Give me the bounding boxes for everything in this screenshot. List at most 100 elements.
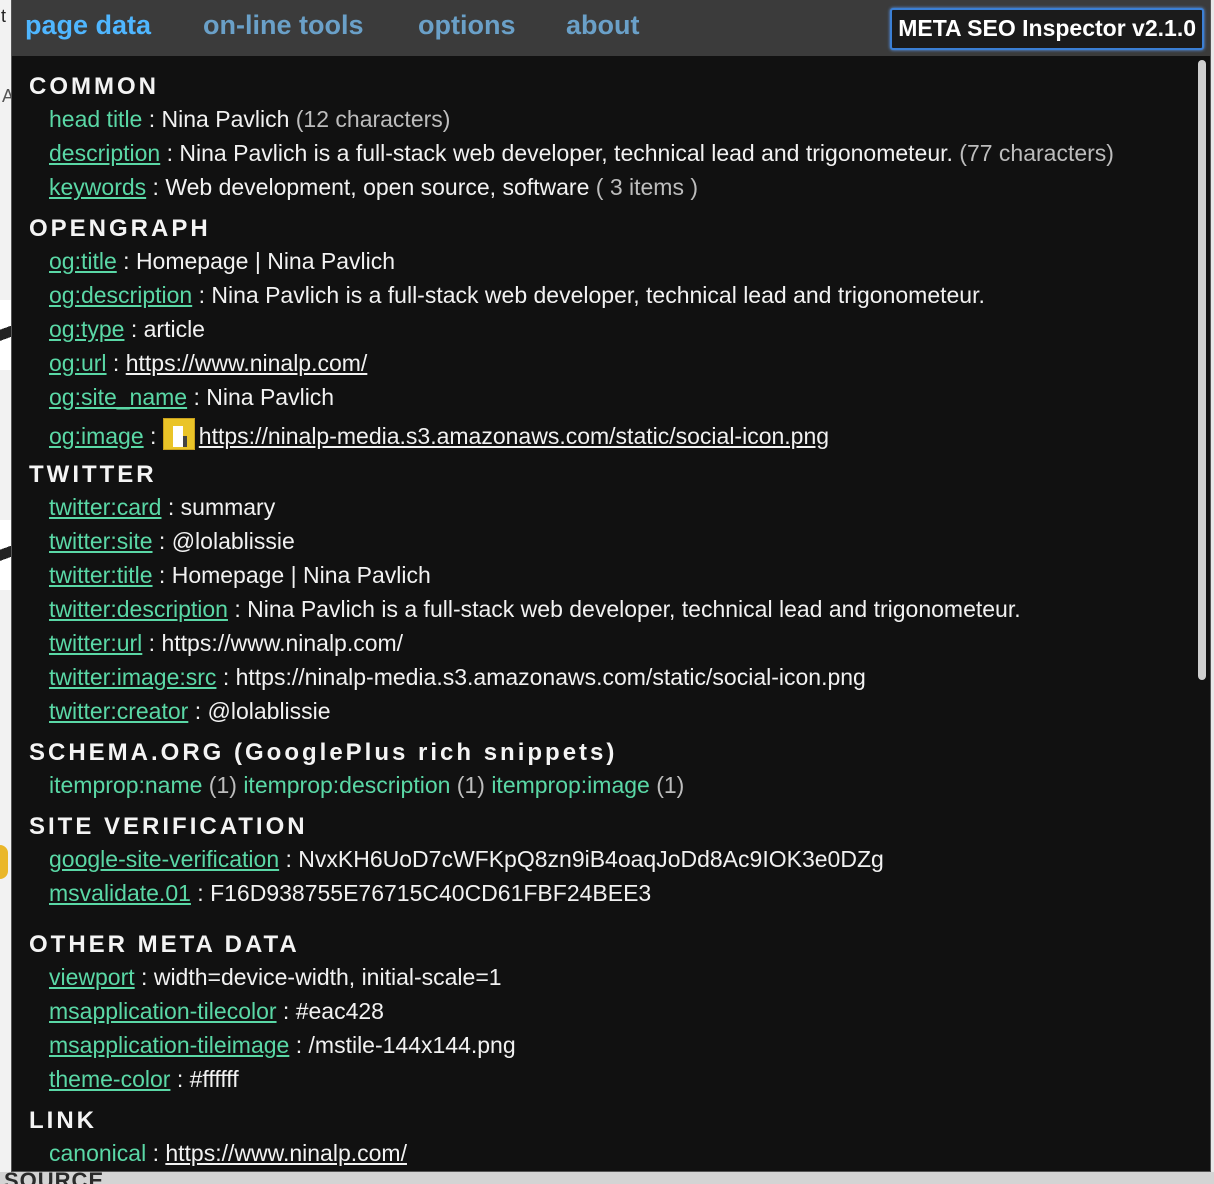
separator: : xyxy=(190,880,211,906)
meta-key-link[interactable]: twitter:image:src xyxy=(49,664,216,690)
meta-row-keywords: keywords : Web development, open source,… xyxy=(49,174,698,201)
separator: : xyxy=(146,174,166,200)
meta-value: width=device-width, initial-scale=1 xyxy=(153,964,502,990)
meta-key-link[interactable]: twitter:title xyxy=(49,562,153,588)
meta-key-link[interactable]: twitter:site xyxy=(49,528,153,554)
itemprop-count: (1) xyxy=(202,772,244,798)
separator: : xyxy=(276,998,296,1024)
meta-value: https://www.ninalp.com/ xyxy=(161,630,404,656)
itemprop-key[interactable]: itemprop:name xyxy=(49,772,202,798)
meta-row-twitter-url: twitter:url : https://www.ninalp.com/ xyxy=(49,630,403,657)
meta-key-link[interactable]: og:url xyxy=(49,350,107,376)
item-count: ( 3 items ) xyxy=(589,174,698,200)
meta-value: summary xyxy=(180,494,276,520)
meta-key-link[interactable]: msvalidate.01 xyxy=(49,880,191,906)
meta-key-link[interactable]: twitter:card xyxy=(49,494,161,520)
meta-row-head-title: head title : Nina Pavlich (12 characters… xyxy=(49,106,450,133)
meta-row-twitter-description: twitter:description : Nina Pavlich is a … xyxy=(49,596,1021,623)
link-row-canonical: canonical : https://www.ninalp.com/ xyxy=(49,1140,407,1167)
section-heading-other-meta: OTHER META DATA xyxy=(29,931,300,958)
meta-row-viewport: viewport : width=device-width, initial-s… xyxy=(49,964,502,991)
version-badge[interactable]: META SEO Inspector v2.1.0 xyxy=(890,8,1204,50)
meta-row-twitter-title: twitter:title : Homepage | Nina Pavlich xyxy=(49,562,431,589)
section-heading-site-verification: SITE VERIFICATION xyxy=(29,813,308,840)
meta-key-link[interactable]: description xyxy=(49,140,160,166)
meta-key-link[interactable]: twitter:creator xyxy=(49,698,188,724)
background-text: SOURCE xyxy=(4,1172,104,1184)
separator: : xyxy=(289,1032,309,1058)
meta-row-description: description : Nina Pavlich is a full-sta… xyxy=(49,140,1114,167)
link-key: canonical xyxy=(49,1140,147,1166)
itemprop-count: (1) xyxy=(450,772,492,798)
page-data-panel: COMMON head title : Nina Pavlich (12 cha… xyxy=(12,56,1196,1171)
meta-key-link[interactable]: twitter:description xyxy=(49,596,228,622)
section-heading-twitter: TWITTER xyxy=(29,461,157,488)
meta-row-og-url: og:url : https://www.ninalp.com/ xyxy=(49,350,367,377)
image-thumbnail-icon[interactable] xyxy=(162,418,195,450)
menu-bar: page data on-line tools options about ME… xyxy=(12,0,1210,56)
meta-key-link[interactable]: keywords xyxy=(49,174,146,200)
separator: : xyxy=(143,423,163,449)
meta-key-link[interactable]: msapplication-tilecolor xyxy=(49,998,277,1024)
meta-key-link[interactable]: og:image xyxy=(49,423,144,449)
meta-key-link[interactable]: msapplication-tileimage xyxy=(49,1032,289,1058)
meta-row-og-title: og:title : Homepage | Nina Pavlich xyxy=(49,248,395,275)
meta-value: /mstile-144x144.png xyxy=(308,1032,516,1058)
section-heading-opengraph: OPENGRAPH xyxy=(29,215,211,242)
meta-row-theme-color: theme-color : #ffffff xyxy=(49,1066,239,1093)
meta-key-link[interactable]: viewport xyxy=(49,964,135,990)
section-heading-common: COMMON xyxy=(29,73,159,100)
separator: : xyxy=(170,1066,190,1092)
meta-value: article xyxy=(143,316,205,342)
separator: : xyxy=(142,630,162,656)
background-page-edge: SOURCE xyxy=(0,1172,1214,1184)
seo-inspector-popup: page data on-line tools options about ME… xyxy=(11,0,1211,1172)
separator: : xyxy=(106,350,126,376)
meta-value: @lolablissie xyxy=(171,528,295,554)
tab-options[interactable]: options xyxy=(418,10,515,41)
meta-value: Homepage | Nina Pavlich xyxy=(171,562,431,588)
separator: : xyxy=(187,384,207,410)
tab-about[interactable]: about xyxy=(566,10,640,41)
meta-value: F16D938755E76715C40CD61FBF24BEE3 xyxy=(210,880,652,906)
separator: : xyxy=(160,140,180,166)
meta-value: Homepage | Nina Pavlich xyxy=(135,248,396,274)
meta-row-twitter-site: twitter:site : @lolablissie xyxy=(49,528,295,555)
background-text: t xyxy=(1,6,7,26)
meta-row-google-site-verification: google-site-verification : NvxKH6UoD7cWF… xyxy=(49,846,884,873)
meta-value: Nina Pavlich xyxy=(161,106,290,132)
itemprop-key[interactable]: itemprop:description xyxy=(243,772,450,798)
meta-key-link[interactable]: theme-color xyxy=(49,1066,170,1092)
meta-value: #eac428 xyxy=(295,998,384,1024)
separator: : xyxy=(188,698,208,724)
meta-row-og-type: og:type : article xyxy=(49,316,205,343)
background-graphic xyxy=(0,845,8,879)
meta-key-link[interactable]: twitter:url xyxy=(49,630,142,656)
url-link[interactable]: https://www.ninalp.com/ xyxy=(165,1140,407,1166)
meta-row-msvalidate: msvalidate.01 : F16D938755E76715C40CD61F… xyxy=(49,880,651,907)
meta-value: Nina Pavlich is a full-stack web develop… xyxy=(211,282,985,308)
url-link[interactable]: https://ninalp-media.s3.amazonaws.com/st… xyxy=(199,423,829,449)
meta-key-link[interactable]: og:type xyxy=(49,316,124,342)
separator: : xyxy=(161,494,181,520)
url-link[interactable]: https://www.ninalp.com/ xyxy=(126,350,368,376)
meta-value: https://ninalp-media.s3.amazonaws.com/st… xyxy=(235,664,866,690)
section-heading-schema: SCHEMA.ORG (GooglePlus rich snippets) xyxy=(29,739,618,766)
itemprop-key[interactable]: itemprop:image xyxy=(491,772,650,798)
meta-value: NvxKH6UoD7cWFKpQ8zn9iB4oaqJoDd8Ac9IOK3e0… xyxy=(298,846,884,872)
separator: : xyxy=(152,528,172,554)
meta-row-og-image: og:image : https://ninalp-media.s3.amazo… xyxy=(49,418,829,450)
meta-key-link[interactable]: og:title xyxy=(49,248,117,274)
meta-key-link[interactable]: google-site-verification xyxy=(49,846,279,872)
separator: : xyxy=(146,1140,166,1166)
separator: : xyxy=(216,664,236,690)
meta-key-link[interactable]: og:site_name xyxy=(49,384,187,410)
meta-key-link[interactable]: og:description xyxy=(49,282,192,308)
separator: : xyxy=(192,282,212,308)
meta-value: Nina Pavlich xyxy=(206,384,335,410)
tab-page-data[interactable]: page data xyxy=(25,10,151,41)
meta-value: Nina Pavlich is a full-stack web develop… xyxy=(247,596,1021,622)
tab-online-tools[interactable]: on-line tools xyxy=(203,10,363,41)
meta-row-tileimage: msapplication-tileimage : /mstile-144x14… xyxy=(49,1032,516,1059)
scrollbar-thumb[interactable] xyxy=(1198,60,1206,680)
